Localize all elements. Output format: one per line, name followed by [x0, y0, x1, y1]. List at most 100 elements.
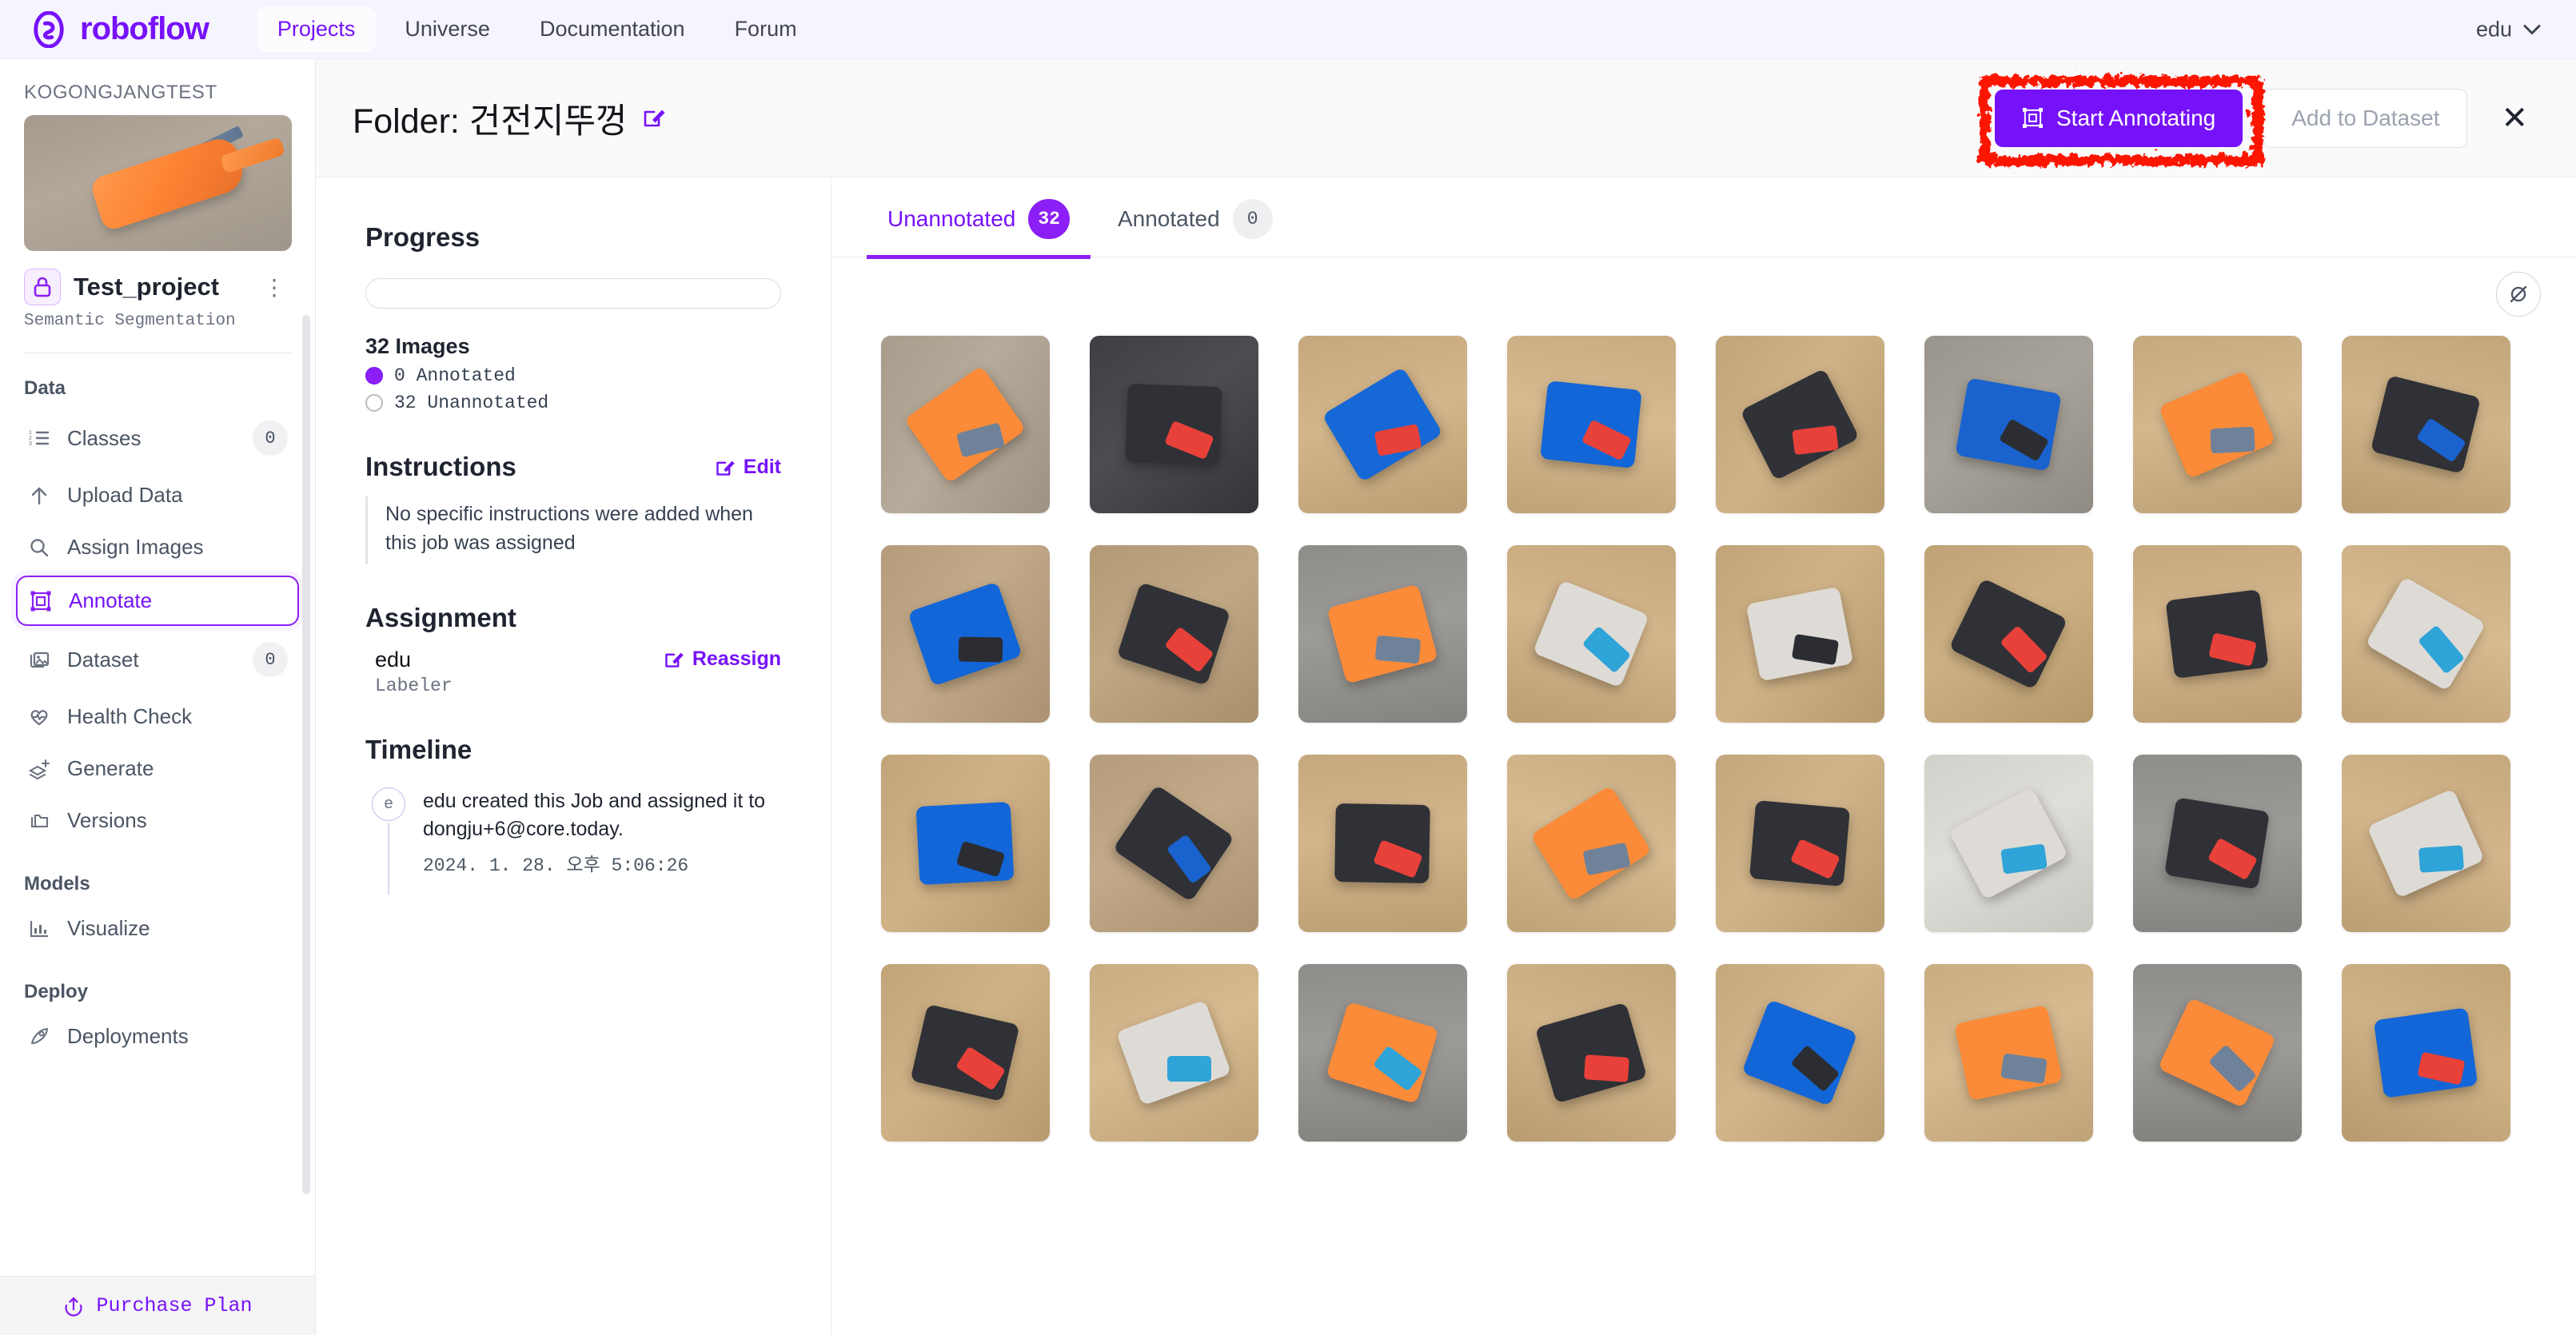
image-thumbnail[interactable]: black-truck-top-red — [1298, 755, 1467, 932]
image-thumbnail[interactable]: black-chassis-wheels-red — [1716, 755, 1884, 932]
image-thumbnail[interactable]: blue-dump-truck-top — [881, 545, 1050, 723]
sidebar-item-deployments[interactable]: Deployments — [16, 1013, 299, 1060]
image-thumbnail[interactable]: orange-drill-wood-3 — [1924, 964, 2093, 1142]
chevron-down-icon — [2523, 24, 2541, 34]
purchase-plan-button[interactable]: Purchase Plan — [0, 1276, 315, 1335]
project-sidebar: KOGONGJANGTEST Test_project ⋮ Semantic S… — [0, 59, 316, 1335]
thumbnail-subject-label: white-plane-underside — [1716, 545, 1717, 546]
add-to-dataset-button[interactable]: Add to Dataset — [2263, 88, 2468, 148]
edit-instructions-button[interactable]: Edit — [715, 456, 781, 479]
thumbnail-subject-accent — [1374, 636, 1422, 664]
thumbnail-subject-label: white-plane-wheels — [1090, 964, 1091, 965]
no-annotation-icon[interactable] — [2496, 272, 2541, 317]
image-thumbnail[interactable]: orange-drill-gray-carpet-2 — [1298, 964, 1467, 1142]
sidebar-item-generate[interactable]: Generate — [16, 745, 299, 792]
timeline-content: edu created this Job and assigned it to … — [423, 787, 781, 876]
tab-count-badge: 0 — [1232, 199, 1273, 239]
nav-link-forum[interactable]: Forum — [714, 6, 818, 52]
image-thumbnail[interactable]: blue-bus-front-carpet — [1924, 336, 2093, 513]
image-thumbnail[interactable]: black-truck-red-base — [881, 964, 1050, 1142]
assignee-role: Labeler — [375, 675, 453, 696]
user-menu[interactable]: edu — [2476, 17, 2541, 42]
image-thumbnail[interactable]: orange-drill-wood-2 — [1507, 755, 1676, 932]
image-thumbnail[interactable]: orange-drill-wood — [2133, 336, 2302, 513]
sidebar-item-label: Deployments — [67, 1024, 189, 1048]
upload-circle-icon — [65, 1297, 83, 1317]
start-annotating-button[interactable]: Start Annotating — [1994, 89, 2243, 147]
job-header: Folder: 건전지뚜껑 Start Annotating Add to Da… — [316, 59, 2576, 177]
thumbnail-subject — [1322, 366, 1444, 483]
nav-link-projects[interactable]: Projects — [256, 6, 377, 52]
top-navigation-bar: roboflow Projects Universe Documentation… — [0, 0, 2576, 59]
image-thumbnail[interactable]: blue-bus-tayo — [881, 755, 1050, 932]
dataset-count-badge: 0 — [253, 642, 288, 677]
sidebar-item-label: Dataset — [67, 647, 139, 671]
sidebar-item-health-check[interactable]: Health Check — [16, 693, 299, 740]
tab-unannotated[interactable]: Unannotated 32 — [867, 199, 1091, 259]
sidebar-item-versions[interactable]: Versions — [16, 797, 299, 844]
sidebar-item-assign-images[interactable]: Assign Images — [16, 524, 299, 571]
thumbnail-subject-label: blue-truck-top-wood — [2342, 964, 2343, 965]
image-thumbnail[interactable]: orange-drill-gray-carpet-3 — [2133, 964, 2302, 1142]
image-thumbnail[interactable]: white-plane-blue-tail — [2342, 755, 2510, 932]
sidebar-item-upload-data[interactable]: Upload Data — [16, 472, 299, 519]
tab-annotated[interactable]: Annotated 0 — [1097, 199, 1294, 259]
sidebar-item-dataset[interactable]: Dataset 0 — [16, 631, 299, 688]
start-annotating-label: Start Annotating — [2056, 105, 2216, 130]
thumbnail-subject-accent — [958, 636, 1003, 663]
kebab-menu-icon[interactable]: ⋮ — [258, 274, 291, 301]
nav-link-universe[interactable]: Universe — [384, 6, 511, 52]
lock-icon — [24, 269, 61, 305]
folders-icon — [27, 809, 51, 833]
thumbnail-subject-label: black-truck-red-base — [881, 964, 882, 965]
sidebar-section-deploy: Deploy — [24, 981, 89, 1002]
thumbnail-subject-label: orange-drill-wood-3 — [1924, 964, 1925, 965]
sidebar-scrollbar[interactable] — [302, 315, 310, 1194]
image-thumbnail[interactable]: black-car-underside-wood — [1716, 336, 1884, 513]
tab-label: Unannotated — [887, 206, 1016, 231]
image-thumbnail[interactable]: black-chassis-gray-carpet — [2133, 755, 2302, 932]
image-thumbnail[interactable]: black-car-with-wheels — [2133, 545, 2302, 723]
edit-pencil-icon — [665, 652, 684, 668]
image-thumbnail[interactable]: blue-truck-angled — [1507, 336, 1676, 513]
sidebar-section-models: Models — [24, 873, 90, 895]
sidebar-item-label: Classes — [67, 425, 142, 450]
image-thumbnail[interactable]: black-chassis-red-wire — [1924, 545, 2093, 723]
roboflow-logo[interactable]: roboflow — [30, 10, 209, 48]
image-thumbnail[interactable]: white-plane-blue-wing — [2342, 545, 2510, 723]
image-thumbnail[interactable]: orange-drill-gray-carpet — [1298, 545, 1467, 723]
image-thumbnail[interactable]: black-chassis-blue-red-wire — [1090, 545, 1258, 723]
tab-count-badge: 32 — [1028, 199, 1070, 239]
sidebar-item-annotate[interactable]: Annotate — [16, 576, 299, 626]
image-thumbnail[interactable]: black-blue-truck-underside — [2342, 336, 2510, 513]
image-thumbnail[interactable]: black-chassis-red-car — [1507, 964, 1676, 1142]
timeline-text: edu created this Job and assigned it to … — [423, 789, 766, 841]
image-thumbnail[interactable]: blue-truck-top-view — [1298, 336, 1467, 513]
sidebar-item-label: Assign Images — [67, 535, 204, 559]
sidebar-item-visualize[interactable]: Visualize — [16, 905, 299, 952]
thumbnail-subject-accent — [2210, 427, 2255, 454]
thumbnail-subject-label: black-chassis-red-wire — [1924, 545, 1925, 546]
sidebar-item-label: Health Check — [67, 704, 193, 728]
thumbnail-subject-accent — [2418, 845, 2464, 874]
edit-pencil-icon[interactable] — [642, 98, 666, 137]
image-thumbnail[interactable]: blue-dump-truck-open — [1716, 964, 1884, 1142]
project-cover-image[interactable] — [24, 115, 292, 251]
image-thumbnail[interactable]: white-plane-wheels — [1090, 964, 1258, 1142]
image-thumbnail[interactable]: white-plane-angled — [1924, 755, 2093, 932]
thumbnail-subject — [1530, 785, 1653, 902]
reassign-button[interactable]: Reassign — [664, 648, 781, 671]
image-thumbnail[interactable]: orange-drill-on-carpet — [881, 336, 1050, 513]
close-x-icon[interactable]: ✕ — [2488, 94, 2541, 142]
sidebar-item-classes[interactable]: 1 2 3 Classes 0 — [16, 409, 299, 467]
image-thumbnail[interactable]: white-plane-top-view — [1507, 545, 1676, 723]
header-actions: Start Annotating Add to Dataset ✕ — [1976, 73, 2541, 163]
edit-label: Edit — [743, 455, 781, 478]
instructions-header-row: Instructions Edit — [365, 452, 781, 482]
image-thumbnail[interactable]: white-plane-underside — [1716, 545, 1884, 723]
nav-link-documentation[interactable]: Documentation — [519, 6, 706, 52]
image-thumbnail[interactable]: black-truck-chassis-underside — [1090, 336, 1258, 513]
page-body: KOGONGJANGTEST Test_project ⋮ Semantic S… — [0, 59, 2576, 1335]
image-thumbnail[interactable]: black-chassis-blue-body — [1090, 755, 1258, 932]
image-thumbnail[interactable]: blue-truck-top-wood — [2342, 964, 2510, 1142]
